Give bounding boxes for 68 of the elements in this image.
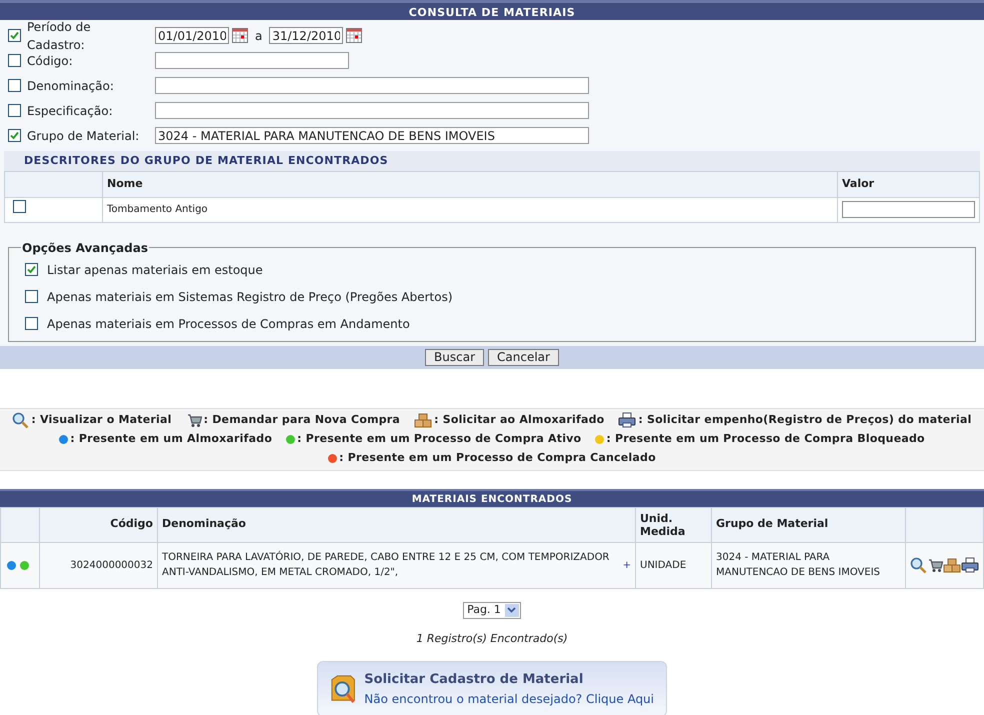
text-field[interactable]	[155, 52, 349, 69]
panel-title: CONSULTA DE MATERIAIS	[0, 0, 984, 20]
legend-text: : Presente em um Processo de Compra Ativo	[297, 430, 582, 447]
legend-text: : Presente em um Almoxarifado	[70, 430, 272, 447]
chevron-down-icon	[507, 607, 516, 613]
magnifier-icon[interactable]	[12, 412, 30, 428]
text-field[interactable]	[155, 77, 589, 94]
column-header: Grupo de Material	[712, 507, 906, 542]
filter-label: Grupo de Material:	[27, 128, 140, 144]
filter-label: Período de Cadastro:	[27, 18, 92, 54]
legend-text: : Presente em um Processo de Compra Bloqueado	[606, 430, 925, 447]
printer-icon[interactable]	[618, 412, 636, 428]
column-header: Denominação	[158, 507, 636, 542]
checkbox[interactable]	[8, 29, 21, 42]
option-label: Listar apenas materiais em estoque	[47, 262, 263, 278]
checkbox[interactable]	[13, 200, 26, 214]
column-header: Valor	[838, 172, 980, 197]
calendar-icon[interactable]	[346, 28, 362, 43]
table-title: MATERIAIS ENCONTRADOS	[0, 488, 984, 506]
fieldset-legend: Opções Avançadas	[21, 238, 149, 256]
checkbox[interactable]	[8, 129, 21, 142]
table-cell: 3024000000032	[40, 542, 158, 588]
printer-icon[interactable]	[961, 557, 979, 573]
filter-label: Especificação:	[27, 102, 114, 120]
table-cell: UNIDADE	[636, 542, 712, 588]
between-label: a	[254, 28, 264, 44]
table-cell: 3024 - MATERIAL PARA MANUTENCAO DE BENS IMOVEIS	[712, 542, 906, 588]
boxes-icon[interactable]	[943, 558, 961, 572]
box-magnifier-icon	[330, 673, 356, 705]
legend-text: : Demandar para Nova Compra	[204, 412, 400, 428]
option-label: Apenas materiais em Sistemas Registro de Preço (Pregões Abertos)	[47, 288, 453, 306]
boxes-icon[interactable]	[414, 412, 432, 428]
table-cell: Tombamento Antigo	[102, 197, 838, 222]
form-button[interactable]: Buscar	[425, 348, 484, 366]
filter-label: Código:	[27, 52, 74, 70]
form-button[interactable]: Cancelar	[488, 348, 559, 366]
checkbox[interactable]	[25, 317, 38, 330]
expand-link[interactable]: +	[622, 558, 631, 572]
checkbox[interactable]	[25, 263, 38, 276]
checkbox[interactable]	[8, 54, 21, 67]
card-link[interactable]: Não encontrou o material desejado? Clique Aqui	[364, 690, 654, 708]
legend-text: : Solicitar ao Almoxarifado	[434, 412, 604, 428]
cart-icon[interactable]	[927, 557, 943, 573]
section-title: DESCRITORES DO GRUPO DE MATERIAL ENCONTRADOS	[4, 151, 980, 171]
column-header: Código	[40, 507, 158, 542]
option-label: Apenas materiais em Processos de Compras em Andamento	[47, 316, 410, 332]
date-field[interactable]: 01/01/2010	[155, 27, 229, 44]
table-cell-text: TORNEIRA PARA LAVATÓRIO, DE PAREDE, CABO ENTRE 12 E 25 CM, COM TEMPORIZADOR ANTI-VANDALISMO, EM METAL CROMADO, 1/2",	[162, 550, 610, 580]
text-field[interactable]: 3024 - MATERIAL PARA MANUTENCAO DE BENS IMOVEIS	[155, 127, 589, 144]
date-field[interactable]: 31/12/2010	[269, 27, 344, 44]
legend-text: : Solicitar empenho(Registro de Preços) do material	[638, 412, 972, 428]
request-card[interactable]: Solicitar Cadastro de Material Não encontrou o material desejado? Clique Aqui	[317, 661, 667, 715]
legend-text: : Visualizar o Material	[31, 412, 172, 428]
filter-label: Denominação:	[27, 78, 115, 94]
card-title: Solicitar Cadastro de Material	[364, 671, 584, 690]
column-header: Nome	[102, 172, 838, 197]
page-select[interactable]: Pag. 1	[463, 602, 521, 618]
legend-text: : Presente em um Processo de Compra Cancelado	[339, 450, 656, 466]
checkbox[interactable]	[8, 79, 21, 92]
text-field[interactable]	[155, 102, 589, 119]
cart-icon[interactable]	[186, 412, 202, 428]
value-field[interactable]	[842, 200, 975, 218]
checkbox[interactable]	[8, 104, 21, 117]
checkbox[interactable]	[25, 290, 38, 303]
column-header: Unid. Medida	[636, 507, 712, 542]
calendar-icon[interactable]	[232, 28, 248, 43]
magnifier-icon[interactable]	[910, 556, 927, 574]
record-count: 1 Registro(s) Encontrado(s)	[416, 630, 568, 646]
